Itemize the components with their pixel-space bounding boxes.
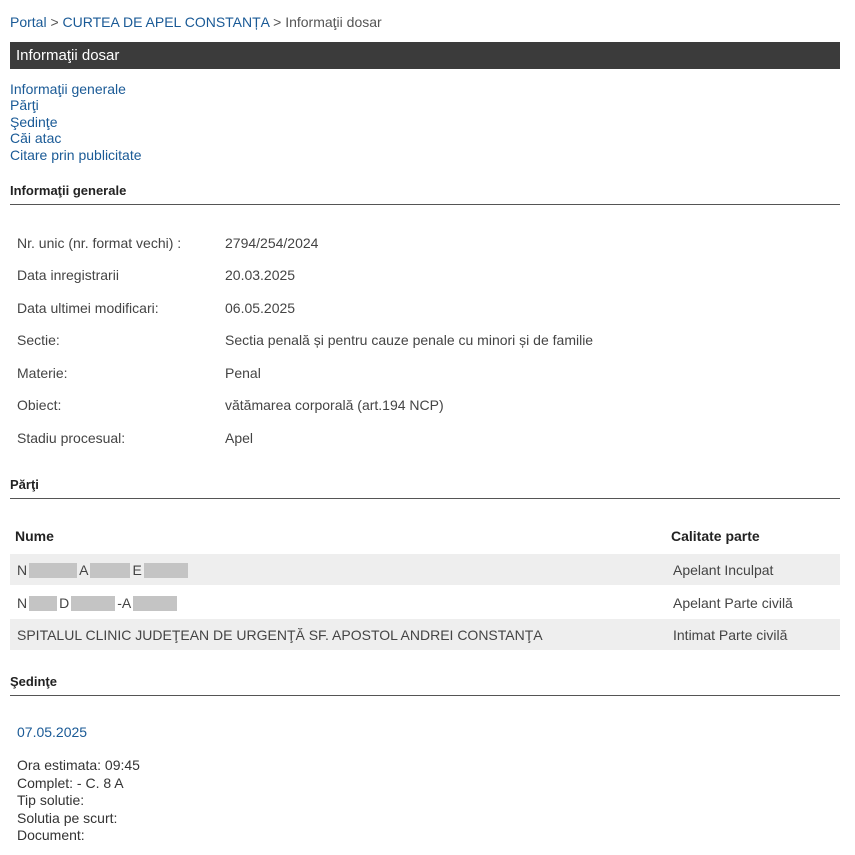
nav-link-parties[interactable]: Părţi bbox=[10, 97, 142, 113]
breadcrumb-separator: > bbox=[50, 14, 59, 30]
redaction-block bbox=[29, 562, 78, 578]
party-name: N D -A bbox=[17, 595, 179, 611]
info-label: Nr. unic (nr. format vechi) : bbox=[17, 235, 182, 251]
info-label: Sectie: bbox=[17, 332, 60, 348]
party-role: Apelant Inculpat bbox=[673, 562, 774, 578]
section-heading-parties: Părţi bbox=[10, 477, 840, 499]
breadcrumb: Portal > CURTEA DE APEL CONSTANȚA > Info… bbox=[10, 14, 382, 30]
page-title: Informaţii dosar bbox=[10, 42, 840, 69]
party-name-part: N bbox=[17, 595, 28, 611]
hearing-details: Ora estimata: 09:45 Complet: - C. 8 A Ti… bbox=[17, 757, 140, 845]
party-name-part: D bbox=[59, 595, 70, 611]
hearing-solution-summary: Solutia pe scurt: bbox=[17, 809, 118, 826]
party-name-part: A bbox=[79, 562, 89, 578]
redaction-block bbox=[29, 595, 58, 611]
info-value: 20.03.2025 bbox=[225, 267, 296, 283]
nav-link-hearings[interactable]: Şedinţe bbox=[10, 114, 142, 130]
column-header-role: Calitate parte bbox=[671, 528, 760, 544]
redaction-block bbox=[133, 595, 178, 611]
info-label: Data inregistrarii bbox=[17, 267, 119, 283]
info-value: 06.05.2025 bbox=[225, 300, 296, 316]
hearing-panel: Complet: - C. 8 A bbox=[17, 774, 124, 791]
info-label: Stadiu procesual: bbox=[17, 430, 126, 446]
info-value: Sectia penală și pentru cauze penale cu … bbox=[225, 332, 594, 348]
info-value: 2794/254/2024 bbox=[225, 235, 319, 251]
breadcrumb-separator: > bbox=[273, 14, 282, 30]
info-label: Obiect: bbox=[17, 397, 62, 413]
nav-link-appeals[interactable]: Căi atac bbox=[10, 130, 142, 146]
party-role: Apelant Parte civilă bbox=[673, 595, 793, 611]
info-label: Materie: bbox=[17, 365, 68, 381]
party-role: Intimat Parte civilă bbox=[673, 627, 788, 643]
info-label: Data ultimei modificari: bbox=[17, 300, 159, 316]
section-heading-general: Informaţii generale bbox=[10, 183, 840, 205]
section-heading-hearings: Şedinţe bbox=[10, 674, 840, 696]
breadcrumb-portal-link[interactable]: Portal bbox=[10, 14, 47, 30]
party-name: SPITALUL CLINIC JUDEŢEAN DE URGENŢĂ SF. … bbox=[17, 627, 543, 643]
breadcrumb-court-link[interactable]: CURTEA DE APEL CONSTANȚA bbox=[63, 14, 270, 30]
nav-link-general[interactable]: Informaţii generale bbox=[10, 81, 142, 97]
breadcrumb-current: Informaţii dosar bbox=[285, 14, 382, 30]
info-value: Penal bbox=[225, 365, 261, 381]
party-name-part: N bbox=[17, 562, 28, 578]
redaction-block bbox=[90, 562, 131, 578]
info-value: Apel bbox=[225, 430, 254, 446]
hearing-estimated-time: Ora estimata: 09:45 bbox=[17, 757, 140, 773]
table-row: N D -A Apelant Parte civilă bbox=[10, 587, 840, 618]
hearing-date: 07.05.2025 bbox=[17, 724, 88, 740]
column-header-name: Nume bbox=[15, 528, 54, 544]
hearing-solution-type: Tip solutie: bbox=[17, 792, 85, 808]
info-value: vătămarea corporală (art.194 NCP) bbox=[225, 397, 444, 413]
table-row: SPITALUL CLINIC JUDEŢEAN DE URGENŢĂ SF. … bbox=[10, 619, 840, 650]
redaction-block bbox=[71, 595, 116, 611]
redaction-block bbox=[143, 562, 188, 578]
party-name: NAE bbox=[17, 562, 190, 578]
party-name-part: E bbox=[132, 562, 142, 578]
hearing-document: Document: bbox=[17, 827, 85, 843]
nav-link-publicity-summons[interactable]: Citare prin publicitate bbox=[10, 147, 142, 163]
party-name-part: -A bbox=[117, 595, 132, 611]
section-nav: Informaţii generale Părţi Şedinţe Căi at… bbox=[10, 81, 142, 163]
table-row: N A E Apelant Inculpat bbox=[10, 554, 840, 585]
